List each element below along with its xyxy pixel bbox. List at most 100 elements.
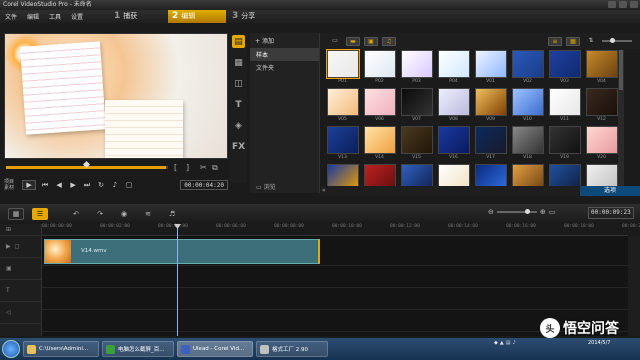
mode-toggle[interactable]: 项目 素材 — [4, 179, 14, 191]
overlay-track-icon[interactable]: ▣ — [6, 265, 12, 272]
library-thumbnail[interactable]: V09 — [474, 88, 507, 126]
library-thumbnail[interactable]: V14 — [363, 126, 396, 164]
timeline-timecode[interactable]: 00:00:09:23 — [588, 207, 634, 219]
filter-icon[interactable]: FX — [232, 140, 245, 153]
mark-in-button[interactable]: [ — [174, 163, 177, 172]
library-thumbnail[interactable]: V16 — [437, 126, 470, 164]
sort-icon[interactable]: ⇅ — [584, 37, 598, 46]
network-icon[interactable]: ▤ — [506, 340, 511, 346]
repeat-icon[interactable]: ↻ — [96, 180, 106, 190]
library-thumbnail[interactable] — [400, 164, 433, 202]
title-track[interactable] — [42, 288, 628, 310]
library-thumbnail[interactable] — [363, 164, 396, 202]
library-thumbnail[interactable]: V05 — [326, 88, 359, 126]
library-thumbnail[interactable]: V13 — [326, 126, 359, 164]
media-icon[interactable]: ▤ — [232, 35, 245, 48]
zoom-in-icon[interactable]: ⊕ — [540, 208, 546, 216]
maximize-button[interactable] — [619, 1, 627, 8]
library-thumbnail[interactable]: V19 — [548, 126, 581, 164]
playhead[interactable] — [174, 224, 181, 336]
title-track-icon[interactable]: T — [6, 287, 10, 294]
prev-frame-icon[interactable]: ◀ — [54, 180, 64, 190]
timeline-ruler[interactable]: 00:00:00:00 00:00:02:00 00:00:04:00 00:00:0… — [42, 224, 640, 236]
track-manager-icon[interactable]: ⊞ — [6, 226, 11, 233]
preview-scrubber[interactable] — [4, 160, 228, 174]
folder-folder[interactable]: 文件夹 — [250, 61, 319, 74]
title-icon[interactable]: T — [232, 98, 245, 111]
menu-tools[interactable]: 工具 — [44, 12, 66, 21]
fit-project-icon[interactable]: ▭ — [549, 208, 556, 216]
graphic-icon[interactable]: ◈ — [232, 119, 245, 132]
menu-settings[interactable]: 设置 — [66, 12, 88, 21]
copy-icon[interactable]: ⧉ — [212, 163, 218, 173]
library-thumbnail[interactable]: V15 — [400, 126, 433, 164]
library-thumbnail[interactable]: V07 — [400, 88, 433, 126]
zoom-knob[interactable] — [524, 209, 530, 214]
end-icon[interactable]: ⏭ — [82, 180, 92, 190]
library-thumbnail[interactable] — [585, 164, 618, 202]
show-video-icon[interactable]: ▬ — [346, 36, 360, 46]
library-thumbnail[interactable]: P01 — [325, 49, 360, 88]
library-thumbnail[interactable]: V20 — [585, 126, 618, 164]
tray-icon[interactable]: ▲ — [500, 340, 504, 346]
home-icon[interactable]: ⏮ — [40, 180, 50, 190]
zoom-slider[interactable] — [496, 209, 537, 214]
timeline-view-icon[interactable]: ☰ — [32, 208, 48, 220]
fullscreen-icon[interactable]: ▢ — [124, 180, 134, 190]
zoom-out-icon[interactable]: ⊖ — [488, 208, 494, 216]
mode-clip[interactable]: 素材 — [4, 185, 14, 191]
collapse-icon[interactable]: « — [322, 187, 326, 194]
browse-button[interactable]: ▭ 浏览 — [256, 182, 276, 191]
library-thumbnail[interactable]: P03 — [400, 50, 433, 88]
library-thumbnail[interactable]: V01 — [474, 50, 507, 88]
thumb-size-slider[interactable] — [602, 38, 632, 43]
menu-file[interactable]: 文件 — [0, 12, 22, 21]
library-thumbnail[interactable]: V17 — [474, 126, 507, 164]
scroll-thumb[interactable] — [619, 50, 623, 90]
play-icon[interactable]: ▶ — [22, 180, 37, 190]
library-thumbnail[interactable] — [511, 164, 544, 202]
overlay-track[interactable] — [42, 266, 628, 288]
record-capture-icon[interactable]: ◉ — [116, 208, 132, 220]
tab-capture[interactable]: 1 捕获 — [110, 10, 166, 23]
library-thumbnail[interactable] — [548, 164, 581, 202]
clock[interactable]: 2014/5/7 — [588, 339, 610, 347]
library-thumbnail[interactable]: P04 — [437, 50, 470, 88]
library-thumbnail[interactable] — [474, 164, 507, 202]
slider-knob[interactable] — [610, 38, 615, 43]
storyboard-view-icon[interactable]: ▦ — [8, 208, 24, 220]
preview-timecode[interactable]: 00:00:04:20 — [180, 180, 228, 190]
sound-mixer-icon[interactable]: ≋ — [140, 208, 156, 220]
redo-icon[interactable]: ↷ — [92, 208, 108, 220]
taskbar-item-browser[interactable]: 电脑怎么截屏_百... — [102, 341, 174, 357]
show-audio-icon[interactable]: ♫ — [382, 36, 396, 46]
undo-icon[interactable]: ↶ — [68, 208, 84, 220]
mark-out-button[interactable]: ] — [186, 163, 189, 172]
instant-project-icon[interactable]: ▦ — [232, 56, 245, 69]
timeline-scrollbar[interactable] — [628, 236, 640, 336]
close-button[interactable] — [630, 1, 638, 8]
track-visibility-icon[interactable]: ◻ — [15, 243, 20, 250]
library-thumbnail[interactable]: V12 — [585, 88, 618, 126]
library-thumbnail[interactable]: V04 — [585, 50, 618, 88]
library-thumbnail[interactable]: V11 — [548, 88, 581, 126]
auto-music-icon[interactable]: ♬ — [164, 208, 180, 220]
voice-track-icon[interactable]: ◁ — [6, 309, 11, 316]
taskbar-item-videostudio[interactable]: Ulead - Corel Vid... — [177, 341, 253, 357]
video-clip[interactable]: V14.wmv — [44, 239, 320, 264]
tab-edit[interactable]: 2 编辑 — [168, 10, 226, 23]
next-frame-icon[interactable]: ▶ — [68, 180, 78, 190]
tab-share[interactable]: 3 分享 — [228, 10, 284, 23]
library-thumbnail[interactable]: V06 — [363, 88, 396, 126]
folder-samples[interactable]: 样本 — [250, 48, 319, 61]
minimize-button[interactable] — [608, 1, 616, 8]
start-button[interactable] — [2, 340, 20, 358]
volume-icon[interactable]: ♪ — [110, 180, 120, 190]
taskbar-item-explorer[interactable]: C:\Users\Admini... — [23, 341, 99, 357]
library-thumbnail[interactable]: V08 — [437, 88, 470, 126]
library-thumbnail[interactable]: V10 — [511, 88, 544, 126]
taskbar-item-formatfactory[interactable]: 格式工厂 2.90 — [256, 341, 328, 357]
show-photo-icon[interactable]: ▣ — [364, 36, 378, 46]
library-thumbnail[interactable]: P02 — [363, 50, 396, 88]
thumb-view-icon[interactable]: ▦ — [566, 36, 580, 46]
